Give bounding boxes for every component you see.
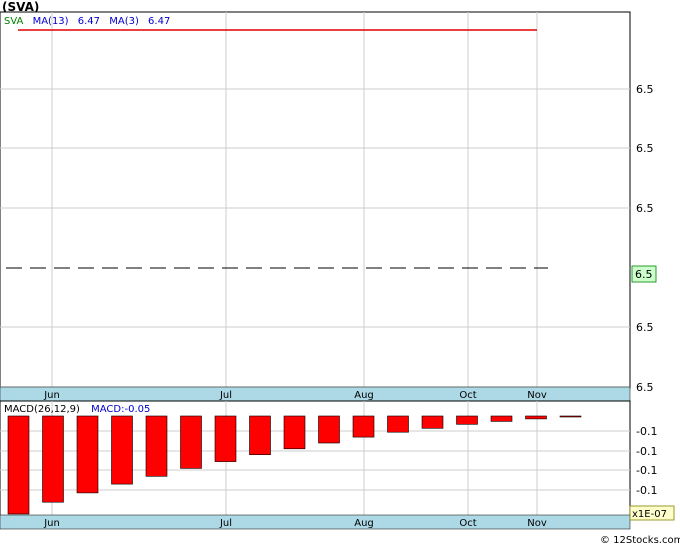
macd-x-tick-label: Aug <box>354 518 374 529</box>
macd-bar <box>7 415 30 515</box>
price-x-tick-label: Nov <box>527 390 547 401</box>
price-x-tick-label: Aug <box>354 390 374 401</box>
price-x-tick-label: Jun <box>43 390 60 401</box>
macd-bar <box>180 415 202 469</box>
price-y-tick-label: 6.5 <box>636 321 654 334</box>
macd-bar <box>76 415 99 494</box>
price-x-tick-label: Oct <box>459 390 476 401</box>
macd-bar <box>387 415 409 433</box>
macd-bar <box>42 415 64 503</box>
price-plot-frame <box>0 11 631 389</box>
macd-bar <box>352 415 375 438</box>
legend-ma3-label: MA(3) <box>109 16 139 27</box>
price-x-tick-label: Jul <box>219 390 232 401</box>
price-panel: Jun Jul Aug Oct Nov 6.5 6.5 6.5 6.5 6.5 SVA MA(1… <box>0 11 657 402</box>
watermark: © 12Stocks.com <box>600 535 680 546</box>
macd-y-axis-labels: -0.1 -0.1 -0.1 -0.1 <box>636 425 657 497</box>
macd-bar <box>318 415 340 444</box>
multiplier-label: x1E-07 <box>632 509 667 520</box>
macd-x-tick-label: Oct <box>459 518 476 529</box>
legend-ma13-value: 6.47 <box>78 16 100 27</box>
macd-bar <box>490 415 513 422</box>
macd-x-tick-label: Jul <box>219 518 232 529</box>
price-y-axis-labels: 6.5 6.5 6.5 6.5 6.5 <box>636 83 654 394</box>
macd-y-tick-label: -0.1 <box>636 425 657 438</box>
macd-bar <box>559 415 582 418</box>
macd-y-tick-label: -0.1 <box>636 445 657 458</box>
legend-ticker: SVA <box>4 16 24 27</box>
macd-y-tick-label: -0.1 <box>636 484 657 497</box>
legend-ma13-label: MA(13) <box>33 16 69 27</box>
price-y-tick-label: 6.5 <box>636 83 654 96</box>
macd-bar <box>249 415 271 456</box>
macd-panel: Jun Jul Aug Oct Nov -0.1 -0.1 -0.1 -0.1 MACD(26… <box>0 400 675 530</box>
last-price-label: 6.5 <box>635 268 653 281</box>
legend-ma3-value: 6.47 <box>148 16 170 27</box>
macd-bar <box>111 415 133 485</box>
macd-y-tick-label: -0.1 <box>636 464 657 477</box>
price-y-tick-label: 6.5 <box>636 142 654 155</box>
macd-bar <box>283 415 306 450</box>
price-y-tick-label: 6.5 <box>636 381 654 394</box>
macd-bar <box>456 415 478 425</box>
macd-legend: MACD(26,12,9) MACD:-0.05 <box>4 404 150 415</box>
macd-bar <box>145 415 168 477</box>
macd-x-tick-label: Jun <box>43 518 60 529</box>
price-y-tick-label: 6.5 <box>636 202 654 215</box>
macd-bar <box>421 415 444 429</box>
macd-x-tick-label: Nov <box>527 518 547 529</box>
macd-bar <box>214 415 237 462</box>
macd-bar <box>525 415 547 420</box>
stock-chart: (SVA) Jun Jul Aug Oct Nov 6.56.56.56.56.5 SV… <box>0 0 680 546</box>
macd-legend-value: MACD:-0.05 <box>91 404 150 415</box>
macd-legend-label: MACD(26,12,9) <box>4 404 80 415</box>
